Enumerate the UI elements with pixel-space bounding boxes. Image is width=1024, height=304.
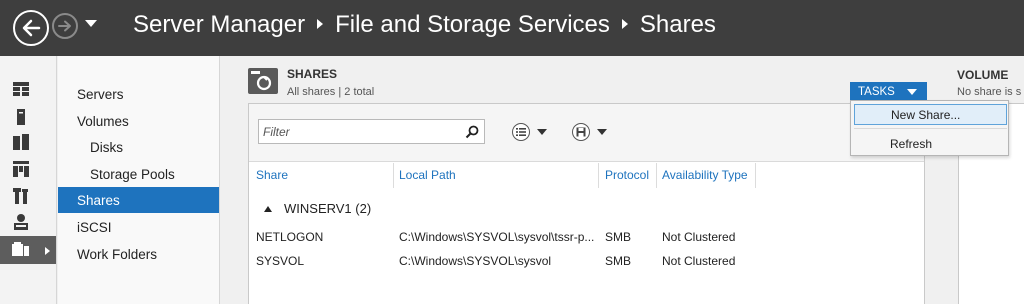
back-arrow-icon <box>22 19 41 37</box>
nav-item-work-folders[interactable]: Work Folders <box>58 241 219 267</box>
forward-button[interactable] <box>52 13 78 39</box>
dashboard-icon[interactable] <box>11 80 31 98</box>
column-divider <box>656 163 657 188</box>
table-cell-availability[interactable]: Not Clustered <box>662 230 735 244</box>
tasks-label: TASKS <box>858 86 895 98</box>
list-view-icon <box>512 123 530 141</box>
volume-subtitle: No share is s <box>957 86 1022 98</box>
shares-title: SHARES <box>287 67 338 81</box>
column-header-protocol[interactable]: Protocol <box>605 168 649 188</box>
all-servers-icon[interactable] <box>11 133 31 151</box>
nav-item-volumes[interactable]: Volumes <box>58 108 219 134</box>
menu-separator <box>854 128 1007 129</box>
tools-icon[interactable] <box>11 187 31 205</box>
chevron-down-icon <box>907 89 917 95</box>
nav-item-storage-pools[interactable]: Storage Pools <box>58 161 219 187</box>
table-cell-path[interactable]: C:\Windows\SYSVOL\sysvol\tssr-p... <box>399 230 594 244</box>
table-cell-protocol[interactable]: SMB <box>605 254 631 268</box>
breadcrumb-server-manager[interactable]: Server Manager <box>133 11 305 39</box>
volume-section: VOLUME No share is s <box>929 56 1024 304</box>
column-header-availability[interactable]: Availability Type <box>662 168 748 188</box>
volume-title: VOLUME <box>957 68 1009 82</box>
column-divider <box>755 163 756 188</box>
local-server-icon[interactable] <box>11 108 31 126</box>
forward-arrow-icon <box>58 20 71 32</box>
table-cell-protocol[interactable]: SMB <box>605 230 631 244</box>
navigation-pane: Servers Volumes Disks Storage Pools Shar… <box>58 56 220 304</box>
chevron-down-icon <box>597 129 607 135</box>
menu-item-new-share[interactable]: New Share... <box>854 104 1007 125</box>
breadcrumb: Server Manager File and Storage Services… <box>133 11 716 39</box>
icon-rail <box>0 56 57 304</box>
tasks-button[interactable]: TASKS <box>850 82 927 102</box>
table-cell-path[interactable]: C:\Windows\SYSVOL\sysvol <box>399 254 551 268</box>
breadcrumb-file-storage[interactable]: File and Storage Services <box>335 11 610 39</box>
group-header[interactable]: WINSERV1 (2) <box>264 201 371 216</box>
title-bar: Server Manager File and Storage Services… <box>0 0 1024 56</box>
menu-item-refresh[interactable]: Refresh <box>854 133 1007 154</box>
save-icon <box>572 123 590 141</box>
shares-section: SHARES All shares | 2 total TASKS Filter… <box>221 56 1024 304</box>
breadcrumb-shares[interactable]: Shares <box>640 11 716 39</box>
back-button[interactable] <box>13 10 49 46</box>
nav-item-disks[interactable]: Disks <box>58 134 219 160</box>
collapse-triangle-icon[interactable] <box>264 206 272 212</box>
tasks-menu: New Share... Refresh <box>850 100 1009 156</box>
shares-panel: Share Local Path Protocol Availability T… <box>248 103 925 304</box>
file-storage-icon[interactable] <box>11 241 31 259</box>
table-cell-availability[interactable]: Not Clustered <box>662 254 735 268</box>
nav-item-iscsi[interactable]: iSCSI <box>58 214 219 240</box>
chevron-down-icon <box>537 129 547 135</box>
users-icon[interactable] <box>11 213 31 231</box>
filter-input[interactable] <box>263 123 453 141</box>
breadcrumb-separator-icon <box>621 19 628 29</box>
rail-expand-icon[interactable] <box>44 246 51 256</box>
view-options-button[interactable] <box>512 123 552 141</box>
search-icon[interactable] <box>465 125 479 139</box>
column-divider <box>598 163 599 188</box>
column-divider <box>393 163 394 188</box>
nav-item-shares[interactable]: Shares <box>58 187 219 213</box>
filter-box[interactable] <box>258 119 485 144</box>
breadcrumb-separator-icon <box>317 19 324 29</box>
shares-folder-icon <box>248 68 278 94</box>
group-label: WINSERV1 (2) <box>284 201 372 216</box>
shares-count: All shares | 2 total <box>287 86 375 98</box>
table-cell-share[interactable]: NETLOGON <box>256 230 323 244</box>
file-services-icon[interactable] <box>11 160 31 178</box>
shares-toolbar <box>249 104 924 162</box>
history-dropdown-icon[interactable] <box>85 20 97 27</box>
table-cell-share[interactable]: SYSVOL <box>256 254 304 268</box>
column-header-local-path[interactable]: Local Path <box>399 168 456 188</box>
save-query-button[interactable] <box>572 123 612 141</box>
nav-item-servers[interactable]: Servers <box>58 81 219 107</box>
column-header-share[interactable]: Share <box>256 168 288 188</box>
